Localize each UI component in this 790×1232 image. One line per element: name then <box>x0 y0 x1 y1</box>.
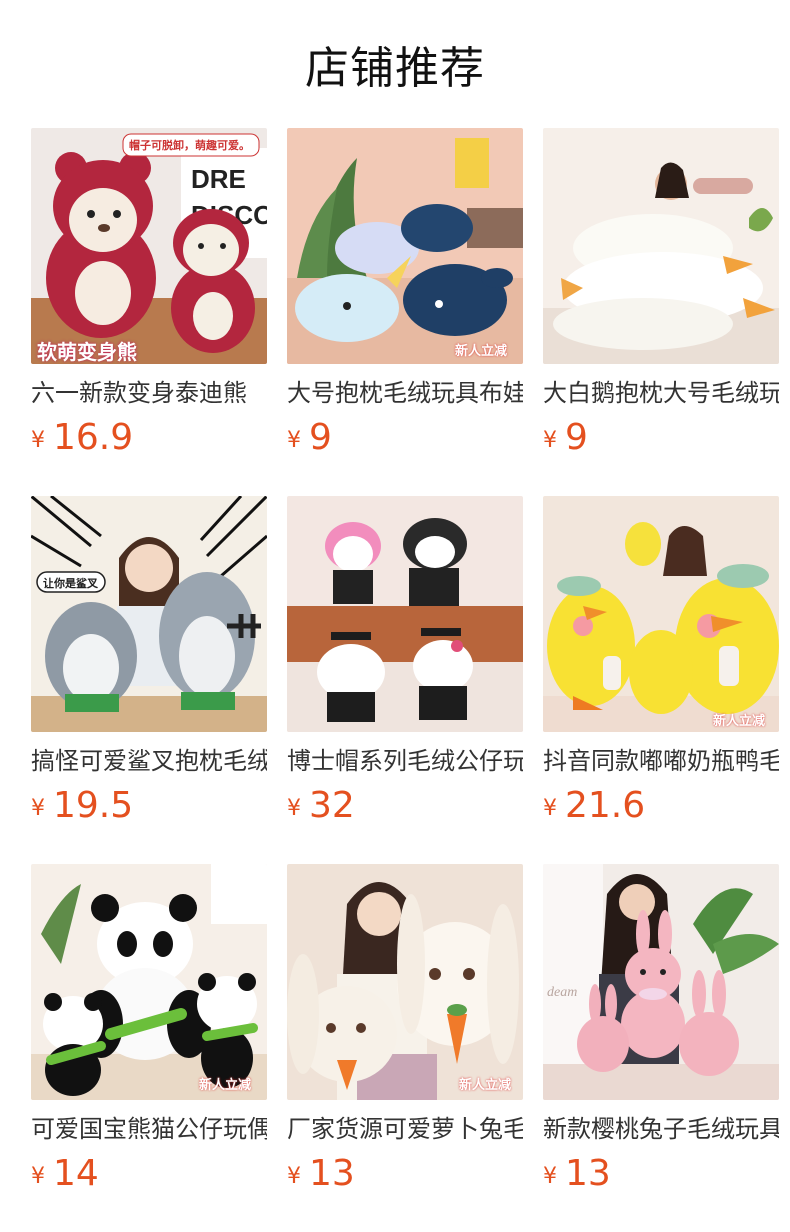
section-title: 店铺推荐 <box>305 43 485 94</box>
product-price: ¥32 <box>287 784 523 828</box>
product-image-cherry-rabbit[interactable]: deam <box>543 864 779 1100</box>
product-price: ¥19.5 <box>31 784 267 828</box>
product-image-teddy-bear[interactable]: DRE DISCO <box>31 128 267 364</box>
product-card[interactable]: 新人立减 大号抱枕毛绒玩具布娃娃 ¥9 <box>287 128 523 460</box>
currency-symbol: ¥ <box>287 428 301 453</box>
product-card[interactable]: 大白鹅抱枕大号毛绒玩具 ¥9 <box>543 128 779 460</box>
currency-symbol: ¥ <box>287 1164 301 1189</box>
product-price: ¥13 <box>543 1152 779 1196</box>
price-value: 9 <box>309 417 332 458</box>
currency-symbol: ¥ <box>31 796 45 821</box>
price-value: 9 <box>565 417 588 458</box>
product-name[interactable]: 博士帽系列毛绒公仔玩具 <box>287 746 523 776</box>
product-image-panda[interactable]: 新人立减 <box>31 864 267 1100</box>
price-value: 16.9 <box>53 417 134 458</box>
product-card[interactable]: 新人立减 厂家货源可爱萝卜兔毛绒 ¥13 <box>287 864 523 1196</box>
svg-text:deam: deam <box>547 985 577 1000</box>
svg-text:DRE: DRE <box>191 164 246 194</box>
product-image-yellow-duck[interactable]: 新人立减 <box>543 496 779 732</box>
product-price: ¥9 <box>543 416 779 460</box>
price-value: 21.6 <box>565 785 646 826</box>
currency-symbol: ¥ <box>31 1164 45 1189</box>
product-price: ¥9 <box>287 416 523 460</box>
price-value: 14 <box>53 1153 99 1194</box>
product-image-carrot-rabbit[interactable]: 新人立减 <box>287 864 523 1100</box>
product-badge: 新人立减 <box>199 1078 252 1093</box>
product-name[interactable]: 搞怪可爱鲨叉抱枕毛绒 <box>31 746 267 776</box>
product-image-white-goose[interactable] <box>543 128 779 364</box>
product-name[interactable]: 大白鹅抱枕大号毛绒玩具 <box>543 378 779 408</box>
price-value: 19.5 <box>53 785 134 826</box>
product-name[interactable]: 六一新款变身泰迪熊 <box>31 378 267 408</box>
product-name[interactable]: 抖音同款嘟嘟奶瓶鸭毛绒 <box>543 746 779 776</box>
product-badge: 新人立减 <box>459 1078 512 1093</box>
product-card[interactable]: 让你是鲨叉 搞怪可爱鲨叉抱枕毛绒 ¥19.5 <box>31 496 267 828</box>
product-bubble-text: 帽子可脱卸，萌趣可爱。 <box>129 139 250 152</box>
product-name[interactable]: 厂家货源可爱萝卜兔毛绒 <box>287 1114 523 1144</box>
product-card[interactable]: deam 新款樱桃兔子毛绒玩具 ¥13 <box>543 864 779 1196</box>
product-bubble-text: 让你是鲨叉 <box>43 577 98 590</box>
currency-symbol: ¥ <box>543 1164 557 1189</box>
currency-symbol: ¥ <box>543 428 557 453</box>
product-price: ¥21.6 <box>543 784 779 828</box>
product-price: ¥14 <box>31 1152 267 1196</box>
product-price: ¥16.9 <box>31 416 267 460</box>
product-name[interactable]: 新款樱桃兔子毛绒玩具 <box>543 1114 779 1144</box>
product-card[interactable]: DRE DISCO <box>31 128 267 460</box>
product-card[interactable]: 博士帽系列毛绒公仔玩具 ¥32 <box>287 496 523 828</box>
currency-symbol: ¥ <box>543 796 557 821</box>
product-name[interactable]: 可爱国宝熊猫公仔玩偶 <box>31 1114 267 1144</box>
product-badge: 新人立减 <box>713 714 766 729</box>
product-image-narwhal-whale[interactable]: 新人立减 <box>287 128 523 364</box>
price-value: 32 <box>309 785 355 826</box>
currency-symbol: ¥ <box>287 796 301 821</box>
product-card[interactable]: 新人立减 抖音同款嘟嘟奶瓶鸭毛绒 ¥21.6 <box>543 496 779 828</box>
price-value: 13 <box>309 1153 355 1194</box>
product-name[interactable]: 大号抱枕毛绒玩具布娃娃 <box>287 378 523 408</box>
product-card[interactable]: 新人立减 可爱国宝熊猫公仔玩偶 ¥14 <box>31 864 267 1196</box>
product-badge: 软萌变身熊 <box>37 340 137 364</box>
product-image-shark-fork[interactable]: 让你是鲨叉 <box>31 496 267 732</box>
product-image-graduation-plush[interactable] <box>287 496 523 732</box>
product-badge: 新人立减 <box>455 344 508 359</box>
product-price: ¥13 <box>287 1152 523 1196</box>
price-value: 13 <box>565 1153 611 1194</box>
currency-symbol: ¥ <box>31 428 45 453</box>
